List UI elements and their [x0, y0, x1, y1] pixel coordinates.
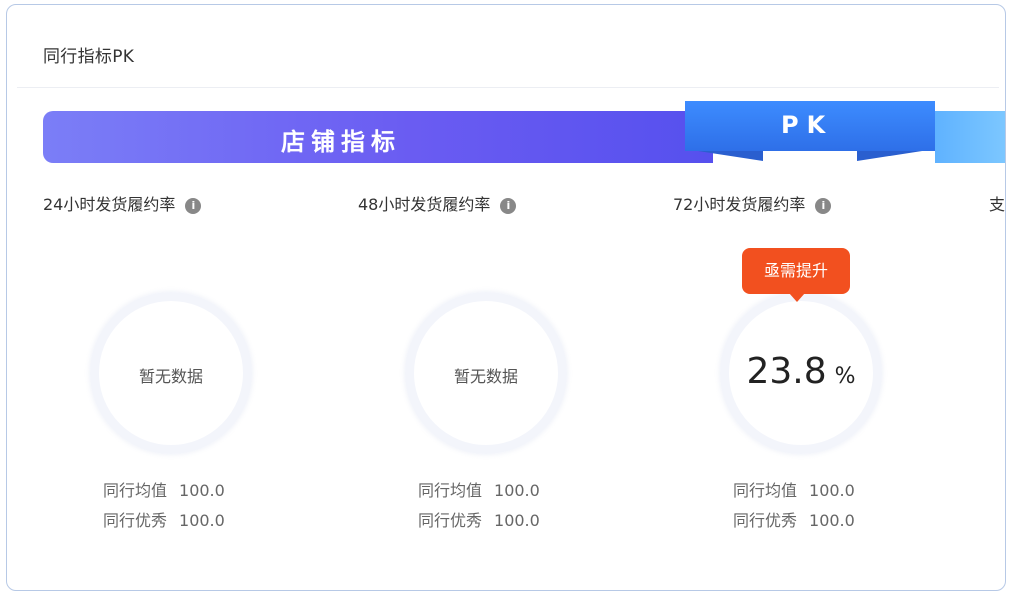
title-divider — [17, 87, 999, 88]
pk-side-band — [935, 111, 1005, 163]
metric-48h: 48小时发货履约率 i 暂无数据 同行均值 100.0 同行优秀 100.0 — [358, 191, 658, 551]
peer-kpi-card: 同行指标PK 店铺指标 PK 24小时发货履约率 i 暂无数据 同行均值 100.0… — [6, 4, 1006, 591]
info-icon[interactable]: i — [500, 198, 517, 214]
metric-partial-label: 支 — [989, 195, 1006, 214]
metric-label: 24小时发货履约率 — [43, 195, 176, 214]
no-data-text: 暂无数据 — [453, 367, 518, 386]
peer-average-label: 同行均值 — [103, 481, 168, 500]
peer-average-value: 100.0 — [809, 481, 855, 500]
peer-excellent-label: 同行优秀 — [418, 511, 483, 530]
peer-average: 同行均值 100.0 — [418, 477, 540, 501]
metric-label: 48小时发货履约率 — [358, 195, 491, 214]
peer-excellent-value: 100.0 — [494, 511, 540, 530]
peer-excellent: 同行优秀 100.0 — [418, 507, 540, 531]
metric-ring: 23.8% — [720, 292, 882, 454]
metric-24h: 24小时发货履约率 i 暂无数据 同行均值 100.0 同行优秀 100.0 — [43, 191, 343, 551]
peer-excellent-label: 同行优秀 — [733, 511, 798, 530]
info-icon[interactable]: i — [815, 198, 832, 214]
store-metrics-banner: 店铺指标 — [43, 111, 713, 163]
metric-label: 72小时发货履约率 — [673, 195, 806, 214]
badge-pointer — [789, 293, 805, 302]
pk-ribbon: PK — [685, 101, 1005, 171]
peer-excellent-value: 100.0 — [809, 511, 855, 530]
card-title: 同行指标PK — [43, 47, 135, 67]
peer-average-label: 同行均值 — [418, 481, 483, 500]
metric-value: 23.8% — [729, 351, 873, 392]
peer-average: 同行均值 100.0 — [103, 477, 225, 501]
metric-72h: 72小时发货履约率 i 23.8% 同行均值 100.0 同行优秀 100.0 — [673, 191, 973, 551]
metric-value-number: 23.8 — [746, 351, 827, 392]
peer-excellent-value: 100.0 — [179, 511, 225, 530]
peer-average-value: 100.0 — [494, 481, 540, 500]
peer-average-value: 100.0 — [179, 481, 225, 500]
info-icon[interactable]: i — [185, 198, 202, 214]
peer-excellent-label: 同行优秀 — [103, 511, 168, 530]
metric-value-unit: % — [834, 364, 856, 389]
peer-excellent: 同行优秀 100.0 — [733, 507, 855, 531]
no-data-text: 暂无数据 — [138, 367, 203, 386]
banner-label: 店铺指标 — [281, 128, 401, 156]
needs-improvement-badge: 亟需提升 — [742, 248, 850, 294]
peer-average-label: 同行均值 — [733, 481, 798, 500]
pk-flag: PK — [685, 101, 935, 151]
pk-label: PK — [781, 111, 834, 139]
peer-average: 同行均值 100.0 — [733, 477, 855, 501]
metric-ring: 暂无数据 — [90, 292, 252, 454]
peer-excellent: 同行优秀 100.0 — [103, 507, 225, 531]
metric-ring: 暂无数据 — [405, 292, 567, 454]
